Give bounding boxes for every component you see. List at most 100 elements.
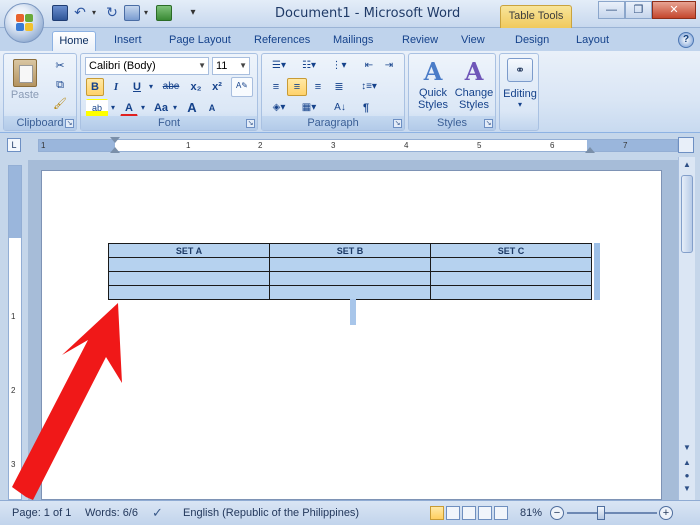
font-size-field[interactable]: 11 ▼ bbox=[212, 57, 250, 75]
indent-marker-bottom-icon[interactable] bbox=[110, 147, 120, 153]
table-cell[interactable] bbox=[269, 285, 431, 300]
scroll-down-icon[interactable]: ▼ bbox=[681, 442, 693, 454]
change-case-dropdown-icon[interactable]: ▾ bbox=[171, 99, 179, 117]
table-cell[interactable] bbox=[430, 271, 592, 286]
browse-object-icon[interactable]: ● bbox=[681, 470, 693, 482]
outline-view-icon[interactable] bbox=[478, 506, 492, 520]
quick-styles-button[interactable]: A Quick Styles bbox=[413, 57, 453, 115]
table-header-cell[interactable]: SET A bbox=[108, 243, 270, 258]
help-icon[interactable]: ? bbox=[678, 32, 694, 48]
table-header-cell[interactable]: SET B bbox=[269, 243, 431, 258]
font-dialog-launcher[interactable]: ↘ bbox=[246, 119, 255, 128]
full-screen-reading-view-icon[interactable] bbox=[446, 506, 460, 520]
sort-icon[interactable]: A↓ bbox=[330, 99, 350, 117]
scrollbar-thumb[interactable] bbox=[681, 175, 693, 253]
line-spacing-icon[interactable]: ↕≡▾ bbox=[356, 78, 382, 96]
paragraph-dialog-launcher[interactable]: ↘ bbox=[393, 119, 402, 128]
next-page-icon[interactable]: ▼ bbox=[681, 483, 693, 495]
decrease-indent-icon[interactable]: ⇤ bbox=[360, 57, 378, 75]
office-button[interactable] bbox=[4, 3, 44, 43]
tab-design[interactable]: Design bbox=[509, 31, 555, 51]
subscript-button[interactable]: x₂ bbox=[187, 78, 205, 96]
tab-mailings[interactable]: Mailings bbox=[327, 31, 379, 51]
copy-icon[interactable]: ⧉ bbox=[50, 76, 70, 94]
superscript-button[interactable]: x² bbox=[208, 78, 226, 96]
undo-icon[interactable]: ↶ bbox=[72, 5, 88, 21]
redo-icon[interactable]: ↻ bbox=[104, 5, 120, 21]
table-cell[interactable] bbox=[430, 285, 592, 300]
justify-icon[interactable]: ≣ bbox=[329, 78, 349, 96]
font-color-dropdown-icon[interactable]: ▾ bbox=[139, 99, 147, 117]
highlight-dropdown-icon[interactable]: ▾ bbox=[109, 99, 117, 117]
table-cell[interactable] bbox=[269, 257, 431, 272]
table-cell[interactable] bbox=[108, 271, 270, 286]
bold-button[interactable]: B bbox=[86, 78, 104, 96]
clipboard-dialog-launcher[interactable]: ↘ bbox=[65, 119, 74, 128]
vertical-scrollbar[interactable]: ▲ ▼ ▲ ● ▼ bbox=[678, 157, 695, 500]
editing-button[interactable]: ⚭ Editing ▾ bbox=[500, 57, 540, 115]
zoom-out-button[interactable]: − bbox=[550, 506, 564, 520]
underline-dropdown-icon[interactable]: ▾ bbox=[147, 78, 155, 96]
document-page[interactable] bbox=[41, 170, 662, 500]
mail-icon[interactable] bbox=[124, 5, 140, 21]
strikethrough-button[interactable]: abe bbox=[158, 78, 184, 96]
zoom-slider[interactable] bbox=[567, 512, 657, 514]
web-layout-view-icon[interactable] bbox=[462, 506, 476, 520]
shrink-font-button[interactable]: A bbox=[203, 99, 221, 117]
highlight-color-icon[interactable]: ab bbox=[86, 99, 108, 117]
scroll-up-icon[interactable]: ▲ bbox=[681, 159, 693, 171]
table-header-cell[interactable]: SET C bbox=[430, 243, 592, 258]
horizontal-ruler[interactable]: 1 1 2 3 4 5 6 7 bbox=[38, 137, 678, 153]
clear-formatting-icon[interactable]: A✎ bbox=[231, 77, 253, 97]
table-cell[interactable] bbox=[108, 285, 270, 300]
zoom-level[interactable]: 81% bbox=[520, 507, 542, 519]
dropdown-icon[interactable]: ▾ bbox=[144, 5, 152, 21]
change-case-button[interactable]: Aa bbox=[151, 99, 171, 117]
close-button[interactable]: ✕ bbox=[652, 1, 696, 19]
word-count[interactable]: Words: 6/6 bbox=[85, 507, 138, 519]
bullets-icon[interactable]: ☰▾ bbox=[266, 57, 292, 75]
customize-qat-icon[interactable]: ▾ bbox=[186, 5, 200, 21]
minimize-button[interactable]: — bbox=[598, 1, 625, 19]
table-cell[interactable] bbox=[269, 271, 431, 286]
tab-view[interactable]: View bbox=[455, 31, 491, 51]
align-right-icon[interactable]: ≡ bbox=[308, 78, 328, 96]
right-indent-marker-icon[interactable] bbox=[585, 147, 595, 153]
print-layout-view-icon[interactable] bbox=[430, 506, 444, 520]
page-indicator[interactable]: Page: 1 of 1 bbox=[12, 507, 71, 519]
cut-icon[interactable]: ✂ bbox=[50, 57, 70, 75]
font-name-field[interactable]: Calibri (Body) ▼ bbox=[85, 57, 209, 75]
indent-marker-icon[interactable] bbox=[110, 137, 120, 143]
underline-button[interactable]: U bbox=[128, 78, 146, 96]
tab-home[interactable]: Home bbox=[52, 31, 96, 51]
table-cell[interactable] bbox=[430, 257, 592, 272]
zoom-in-button[interactable]: + bbox=[659, 506, 673, 520]
proofing-icon[interactable]: ✓ bbox=[152, 505, 163, 521]
numbering-icon[interactable]: ☷▾ bbox=[296, 57, 322, 75]
change-styles-button[interactable]: A Change Styles bbox=[453, 57, 495, 115]
view-ruler-icon[interactable] bbox=[678, 137, 694, 153]
show-hide-marks-button[interactable]: ¶ bbox=[356, 99, 376, 117]
tab-selector-button[interactable]: L bbox=[7, 138, 21, 152]
increase-indent-icon[interactable]: ⇥ bbox=[380, 57, 398, 75]
zoom-slider-thumb[interactable] bbox=[597, 506, 605, 520]
document-icon[interactable] bbox=[156, 5, 172, 21]
maximize-button[interactable]: ❐ bbox=[625, 1, 652, 19]
shading-icon[interactable]: ◈▾ bbox=[266, 99, 292, 117]
tab-layout[interactable]: Layout bbox=[570, 31, 615, 51]
undo-dropdown-icon[interactable]: ▾ bbox=[92, 5, 100, 21]
document-table[interactable]: SET A SET B SET C bbox=[108, 243, 592, 300]
grow-font-button[interactable]: A bbox=[183, 99, 201, 117]
tab-review[interactable]: Review bbox=[396, 31, 444, 51]
align-center-icon[interactable]: ≡ bbox=[287, 78, 307, 96]
format-painter-icon[interactable]: 🖌 bbox=[50, 95, 70, 113]
align-left-icon[interactable]: ≡ bbox=[266, 78, 286, 96]
tab-insert[interactable]: Insert bbox=[108, 31, 148, 51]
styles-dialog-launcher[interactable]: ↘ bbox=[484, 119, 493, 128]
previous-page-icon[interactable]: ▲ bbox=[681, 457, 693, 469]
borders-icon[interactable]: ▦▾ bbox=[296, 99, 322, 117]
table-cell[interactable] bbox=[108, 257, 270, 272]
draft-view-icon[interactable] bbox=[494, 506, 508, 520]
multilevel-list-icon[interactable]: ⋮▾ bbox=[326, 57, 352, 75]
tab-page-layout[interactable]: Page Layout bbox=[163, 31, 237, 51]
